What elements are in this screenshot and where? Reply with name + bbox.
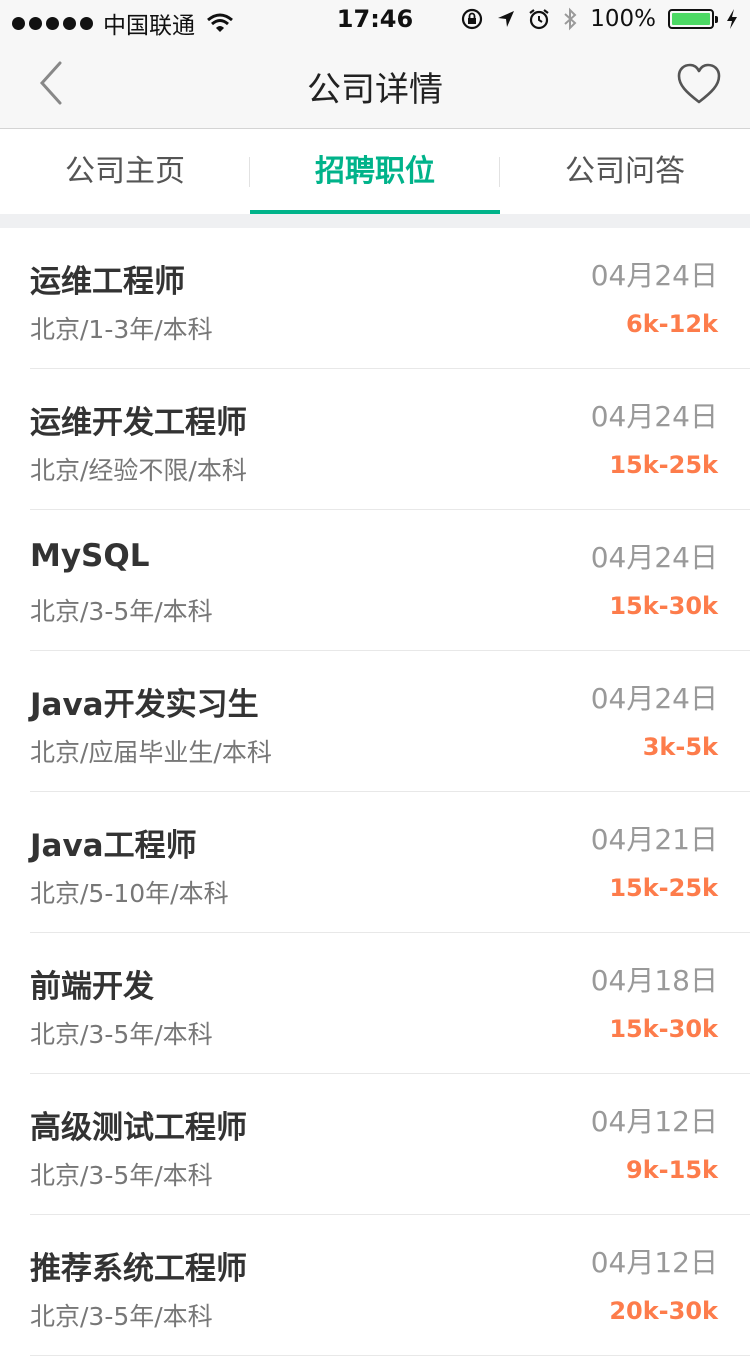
job-meta: 北京/3-5年/本科	[30, 1302, 213, 1331]
job-meta: 北京/1-3年/本科	[30, 315, 213, 344]
job-meta: 北京/3-5年/本科	[30, 1161, 213, 1190]
navigation-bar: 公司详情	[0, 40, 750, 129]
job-item[interactable]: 运维工程师 北京/1-3年/本科 04月24日 6k-12k	[30, 228, 750, 369]
section-divider	[0, 214, 750, 228]
alarm-icon	[529, 9, 549, 30]
job-title: 前端开发	[30, 969, 154, 1005]
job-item[interactable]: 高级测试工程师 北京/3-5年/本科 04月12日 9k-15k	[30, 1074, 750, 1215]
status-right: 100%	[460, 6, 738, 32]
job-salary: 6k-12k	[626, 310, 718, 338]
job-title: 推荐系统工程师	[30, 1251, 247, 1287]
charging-bolt-icon	[727, 9, 737, 29]
job-meta: 北京/3-5年/本科	[30, 597, 213, 626]
job-date: 04月24日	[590, 259, 718, 292]
tab-label: 招聘职位	[315, 154, 435, 189]
job-title: 运维开发工程师	[30, 405, 247, 441]
job-meta: 北京/应届毕业生/本科	[30, 738, 272, 767]
job-date: 04月18日	[590, 964, 718, 997]
job-item[interactable]: 前端开发 北京/3-5年/本科 04月18日 15k-30k	[30, 933, 750, 1074]
favorite-button[interactable]	[676, 62, 722, 108]
job-item[interactable]: Java开发实习生 北京/应届毕业生/本科 04月24日 3k-5k	[30, 651, 750, 792]
job-item[interactable]: Java工程师 北京/5-10年/本科 04月21日 15k-25k	[30, 792, 750, 933]
tab-company-qa[interactable]: 公司问答	[500, 129, 750, 214]
job-item[interactable]: 运维开发工程师 北京/经验不限/本科 04月24日 15k-25k	[30, 369, 750, 510]
job-title: 高级测试工程师	[30, 1110, 247, 1146]
bluetooth-icon	[564, 7, 577, 31]
job-title: Java开发实习生	[30, 687, 259, 723]
status-bar: 中国联通 17:46 100%	[0, 0, 750, 40]
job-meta: 北京/3-5年/本科	[30, 1020, 213, 1049]
location-arrow-icon	[498, 11, 515, 27]
job-salary: 15k-25k	[609, 874, 718, 902]
job-salary: 15k-30k	[609, 1015, 718, 1043]
job-date: 04月24日	[590, 541, 718, 574]
job-salary: 9k-15k	[626, 1156, 718, 1184]
job-item[interactable]: MySQL 北京/3-5年/本科 04月24日 15k-30k	[30, 510, 750, 651]
job-item[interactable]: 推荐系统工程师 北京/3-5年/本科 04月12日 20k-30k	[30, 1215, 750, 1356]
job-meta: 北京/经验不限/本科	[30, 456, 247, 485]
battery-fill	[672, 13, 710, 25]
orientation-lock-icon	[462, 8, 483, 30]
job-list: 运维工程师 北京/1-3年/本科 04月24日 6k-12k 运维开发工程师 北…	[0, 228, 750, 1356]
job-title: MySQL	[30, 538, 150, 574]
tab-job-positions[interactable]: 招聘职位	[250, 129, 500, 214]
battery-icon	[668, 9, 718, 29]
page-title: 公司详情	[307, 70, 443, 110]
battery-percentage: 100%	[590, 6, 656, 32]
tab-label: 公司问答	[565, 154, 685, 189]
job-salary: 15k-30k	[609, 592, 718, 620]
job-meta: 北京/5-10年/本科	[30, 879, 229, 908]
job-date: 04月24日	[590, 682, 718, 715]
job-date: 04月21日	[590, 823, 718, 856]
job-date: 04月12日	[590, 1105, 718, 1138]
job-title: Java工程师	[30, 828, 197, 864]
heart-outline-icon	[677, 63, 721, 104]
job-salary: 20k-30k	[609, 1297, 718, 1325]
tab-label: 公司主页	[65, 154, 185, 189]
tab-company-home[interactable]: 公司主页	[0, 129, 250, 214]
job-date: 04月24日	[590, 400, 718, 433]
job-salary: 3k-5k	[642, 733, 718, 761]
job-salary: 15k-25k	[609, 451, 718, 479]
tab-bar: 公司主页 招聘职位 公司问答	[0, 129, 750, 214]
job-title: 运维工程师	[30, 264, 185, 300]
job-date: 04月12日	[590, 1246, 718, 1279]
